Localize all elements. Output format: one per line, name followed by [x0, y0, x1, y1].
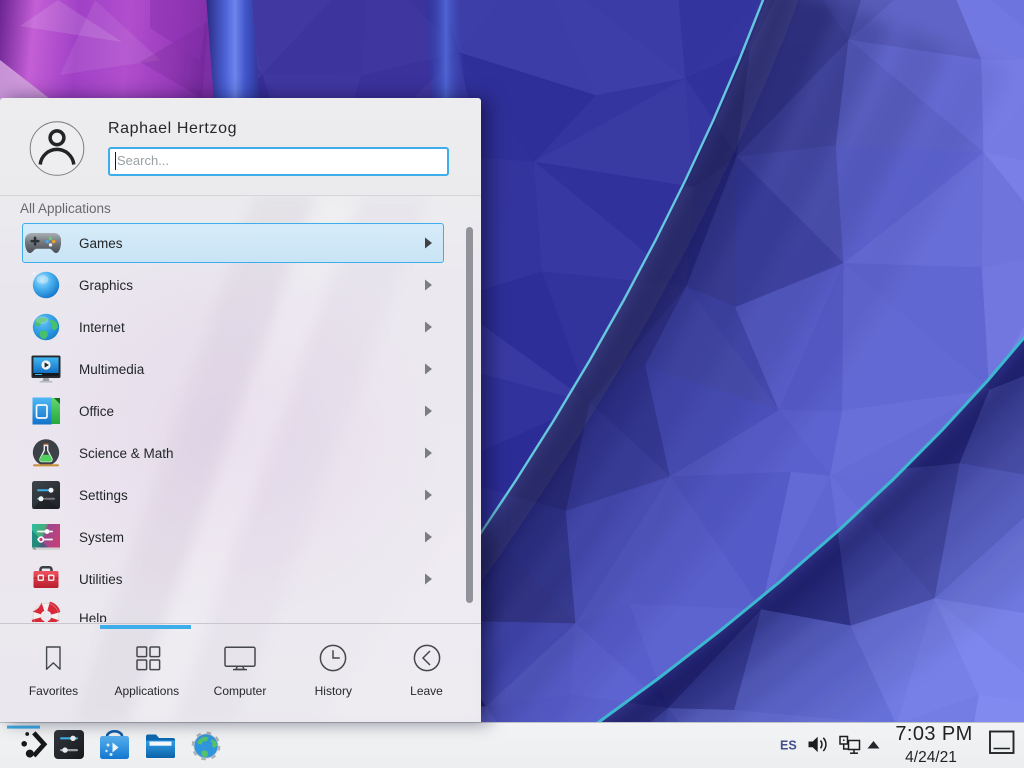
- svg-text:ES: ES: [780, 739, 797, 753]
